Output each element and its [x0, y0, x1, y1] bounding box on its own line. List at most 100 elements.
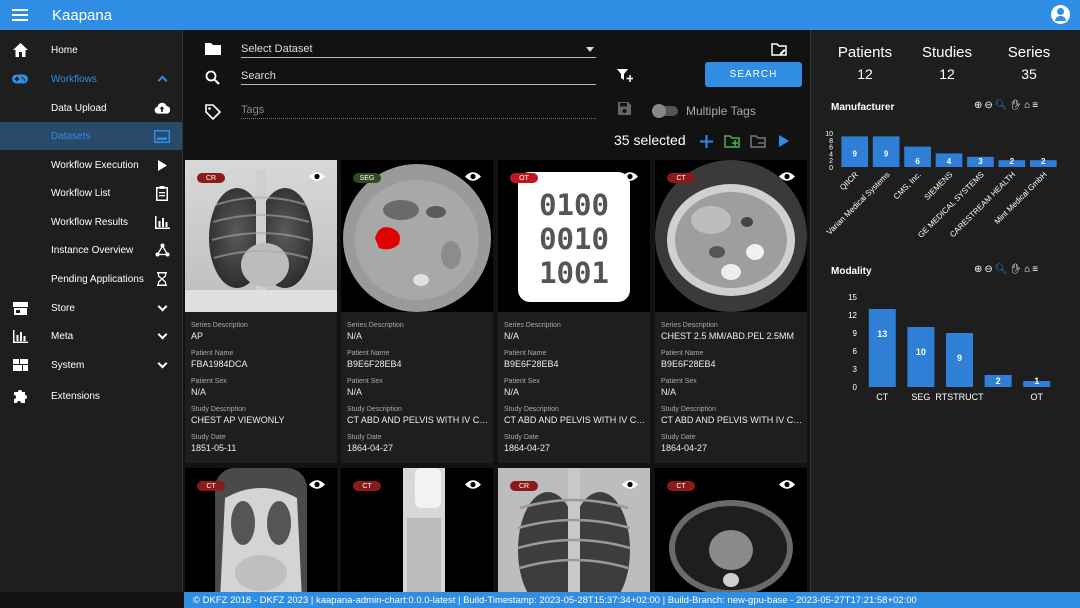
eye-icon[interactable]	[622, 171, 638, 182]
series-description-value: AP	[191, 331, 204, 341]
tags-input[interactable]: Tags	[241, 104, 596, 119]
magnifier-icon[interactable]: 🔍︎	[995, 264, 1010, 275]
sidebar-item-home[interactable]: Home	[0, 36, 182, 64]
series-card[interactable]: CT	[341, 468, 493, 592]
series-card[interactable]: SEG Series Description N/A Patient Name …	[341, 160, 493, 463]
series-description-key: Series Description	[504, 322, 561, 329]
chart-toolbar: ⊕⊖🔍︎✋︎⌂≡	[974, 264, 1040, 275]
save-icon[interactable]	[618, 102, 631, 115]
patient-name-key: Patient Name	[661, 350, 704, 357]
series-card[interactable]: CR	[498, 468, 650, 592]
eye-icon[interactable]	[779, 171, 795, 182]
bar-data-label: 6	[915, 157, 920, 166]
home-icon	[12, 42, 28, 58]
sidebar-item-extensions[interactable]: Extensions	[0, 382, 182, 410]
gallery-icon	[154, 128, 170, 144]
y-tick-label: 4	[829, 151, 833, 158]
eye-icon[interactable]	[622, 479, 638, 490]
chart-bar	[868, 309, 896, 387]
menu-button[interactable]	[0, 0, 40, 30]
sidebar-item-label: Workflow Execution	[51, 159, 139, 171]
folder-add-icon[interactable]	[724, 134, 740, 148]
pan-hand-icon[interactable]: ✋︎	[1009, 100, 1024, 111]
patient-name-value: FBA1984DCA	[191, 359, 248, 369]
series-thumbnail[interactable]: SEG	[341, 160, 493, 312]
eye-icon[interactable]	[465, 171, 481, 182]
zoom-in-icon[interactable]: ⊕	[974, 100, 984, 111]
folder-remove-icon[interactable]	[750, 134, 766, 148]
series-thumbnail[interactable]: CR	[185, 160, 337, 312]
search-placeholder: Search	[241, 70, 276, 82]
sidebar-item-system[interactable]: System	[0, 351, 182, 379]
series-metadata: Series Description CHEST 2.5 MM/ABD.PEL …	[661, 318, 803, 458]
series-thumbnail[interactable]: 0100 0010 1001 OT	[498, 160, 650, 312]
series-thumbnail[interactable]: CT	[655, 468, 807, 592]
series-card[interactable]: CT Series Description CHEST 2.5 MM/ABD.P…	[655, 160, 807, 463]
x-tick-label: OT	[1030, 392, 1043, 402]
account-icon[interactable]	[1051, 5, 1070, 24]
bar-data-label: 9	[852, 149, 857, 158]
eye-icon[interactable]	[465, 479, 481, 490]
folder-edit-icon[interactable]	[771, 42, 787, 56]
manufacturer-bar-chart: 02468109QIICR9Varian Medical Systems6CMS…	[825, 131, 1057, 240]
sidebar-item-store[interactable]: Store	[0, 294, 182, 322]
x-tick-label: CMS, Inc.	[892, 170, 923, 201]
series-card[interactable]: CT	[185, 468, 337, 592]
series-description-key: Series Description	[661, 322, 718, 329]
manufacturer-chart-title: Manufacturer	[831, 102, 895, 113]
series-card[interactable]: CR Series Description AP Patient Name FB…	[185, 160, 337, 463]
series-description-key: Series Description	[191, 322, 248, 329]
sidebar-item-datasets[interactable]: Datasets	[0, 122, 182, 150]
sidebar-item-workflow-list[interactable]: Workflow List	[0, 179, 182, 207]
tags-placeholder: Tags	[241, 104, 265, 116]
bar-data-label: 2	[1041, 157, 1046, 166]
filter-add-icon[interactable]	[617, 69, 633, 83]
sidebar-item-workflows[interactable]: Workflows	[0, 65, 182, 93]
y-tick-label: 15	[848, 293, 857, 302]
search-input[interactable]: Search	[241, 70, 596, 85]
eye-icon[interactable]	[309, 479, 325, 490]
modality-badge: CT	[197, 481, 225, 491]
patient-name-value: B9E6F28EB4	[504, 359, 559, 369]
dataset-statistics-panel: Patients 12 Studies 12 Series 35 Manufac…	[810, 30, 1080, 592]
y-tick-label: 9	[853, 329, 858, 338]
sidebar-item-data-upload[interactable]: Data Upload	[0, 94, 182, 122]
chevron-up-icon	[154, 71, 170, 87]
menu-icon[interactable]: ≡	[1032, 264, 1040, 275]
zoom-out-icon[interactable]: ⊖	[984, 264, 994, 275]
sidebar-item-workflow-results[interactable]: Workflow Results	[0, 208, 182, 236]
series-thumbnail[interactable]: CR	[498, 468, 650, 592]
dataset-select[interactable]: Select Dataset	[241, 43, 596, 58]
sidebar-item-workflow-execution[interactable]: Workflow Execution	[0, 151, 182, 179]
magnifier-icon[interactable]: 🔍︎	[995, 100, 1010, 111]
series-thumbnail[interactable]: CT	[655, 160, 807, 312]
search-button[interactable]: SEARCH	[705, 62, 802, 87]
add-icon[interactable]	[700, 135, 713, 148]
sidebar-item-meta[interactable]: Meta	[0, 322, 182, 350]
zoom-in-icon[interactable]: ⊕	[974, 264, 984, 275]
multiple-tags-toggle[interactable]	[652, 104, 678, 118]
series-card[interactable]: 0100 0010 1001 OT Series Description N/A…	[498, 160, 650, 463]
dataset-row: Select Dataset	[184, 38, 809, 64]
menu-icon[interactable]: ≡	[1032, 100, 1040, 111]
pan-hand-icon[interactable]: ✋︎	[1009, 264, 1024, 275]
folder-icon	[205, 43, 221, 55]
bar-data-label: 2	[996, 376, 1001, 386]
sidebar-item-pending-applications[interactable]: Pending Applications	[0, 265, 182, 293]
zoom-out-icon[interactable]: ⊖	[984, 100, 994, 111]
patients-label: Patients	[837, 44, 893, 61]
sidebar-item-instance-overview[interactable]: Instance Overview	[0, 236, 182, 264]
y-tick-label: 10	[825, 131, 833, 138]
series-thumbnail[interactable]: CT	[341, 468, 493, 592]
modality-badge: CT	[667, 173, 695, 183]
eye-icon[interactable]	[779, 479, 795, 490]
dataset-select-placeholder: Select Dataset	[241, 43, 313, 55]
series-thumbnail[interactable]: CT	[185, 468, 337, 592]
series-card[interactable]: CT	[655, 468, 807, 592]
network-icon	[154, 242, 170, 258]
chart-toolbar: ⊕⊖🔍︎✋︎⌂≡	[974, 100, 1040, 111]
play-icon[interactable]	[779, 135, 789, 147]
eye-icon[interactable]	[309, 171, 325, 182]
studies-value: 12	[939, 66, 955, 82]
sidebar-item-label: Workflows	[51, 73, 97, 85]
